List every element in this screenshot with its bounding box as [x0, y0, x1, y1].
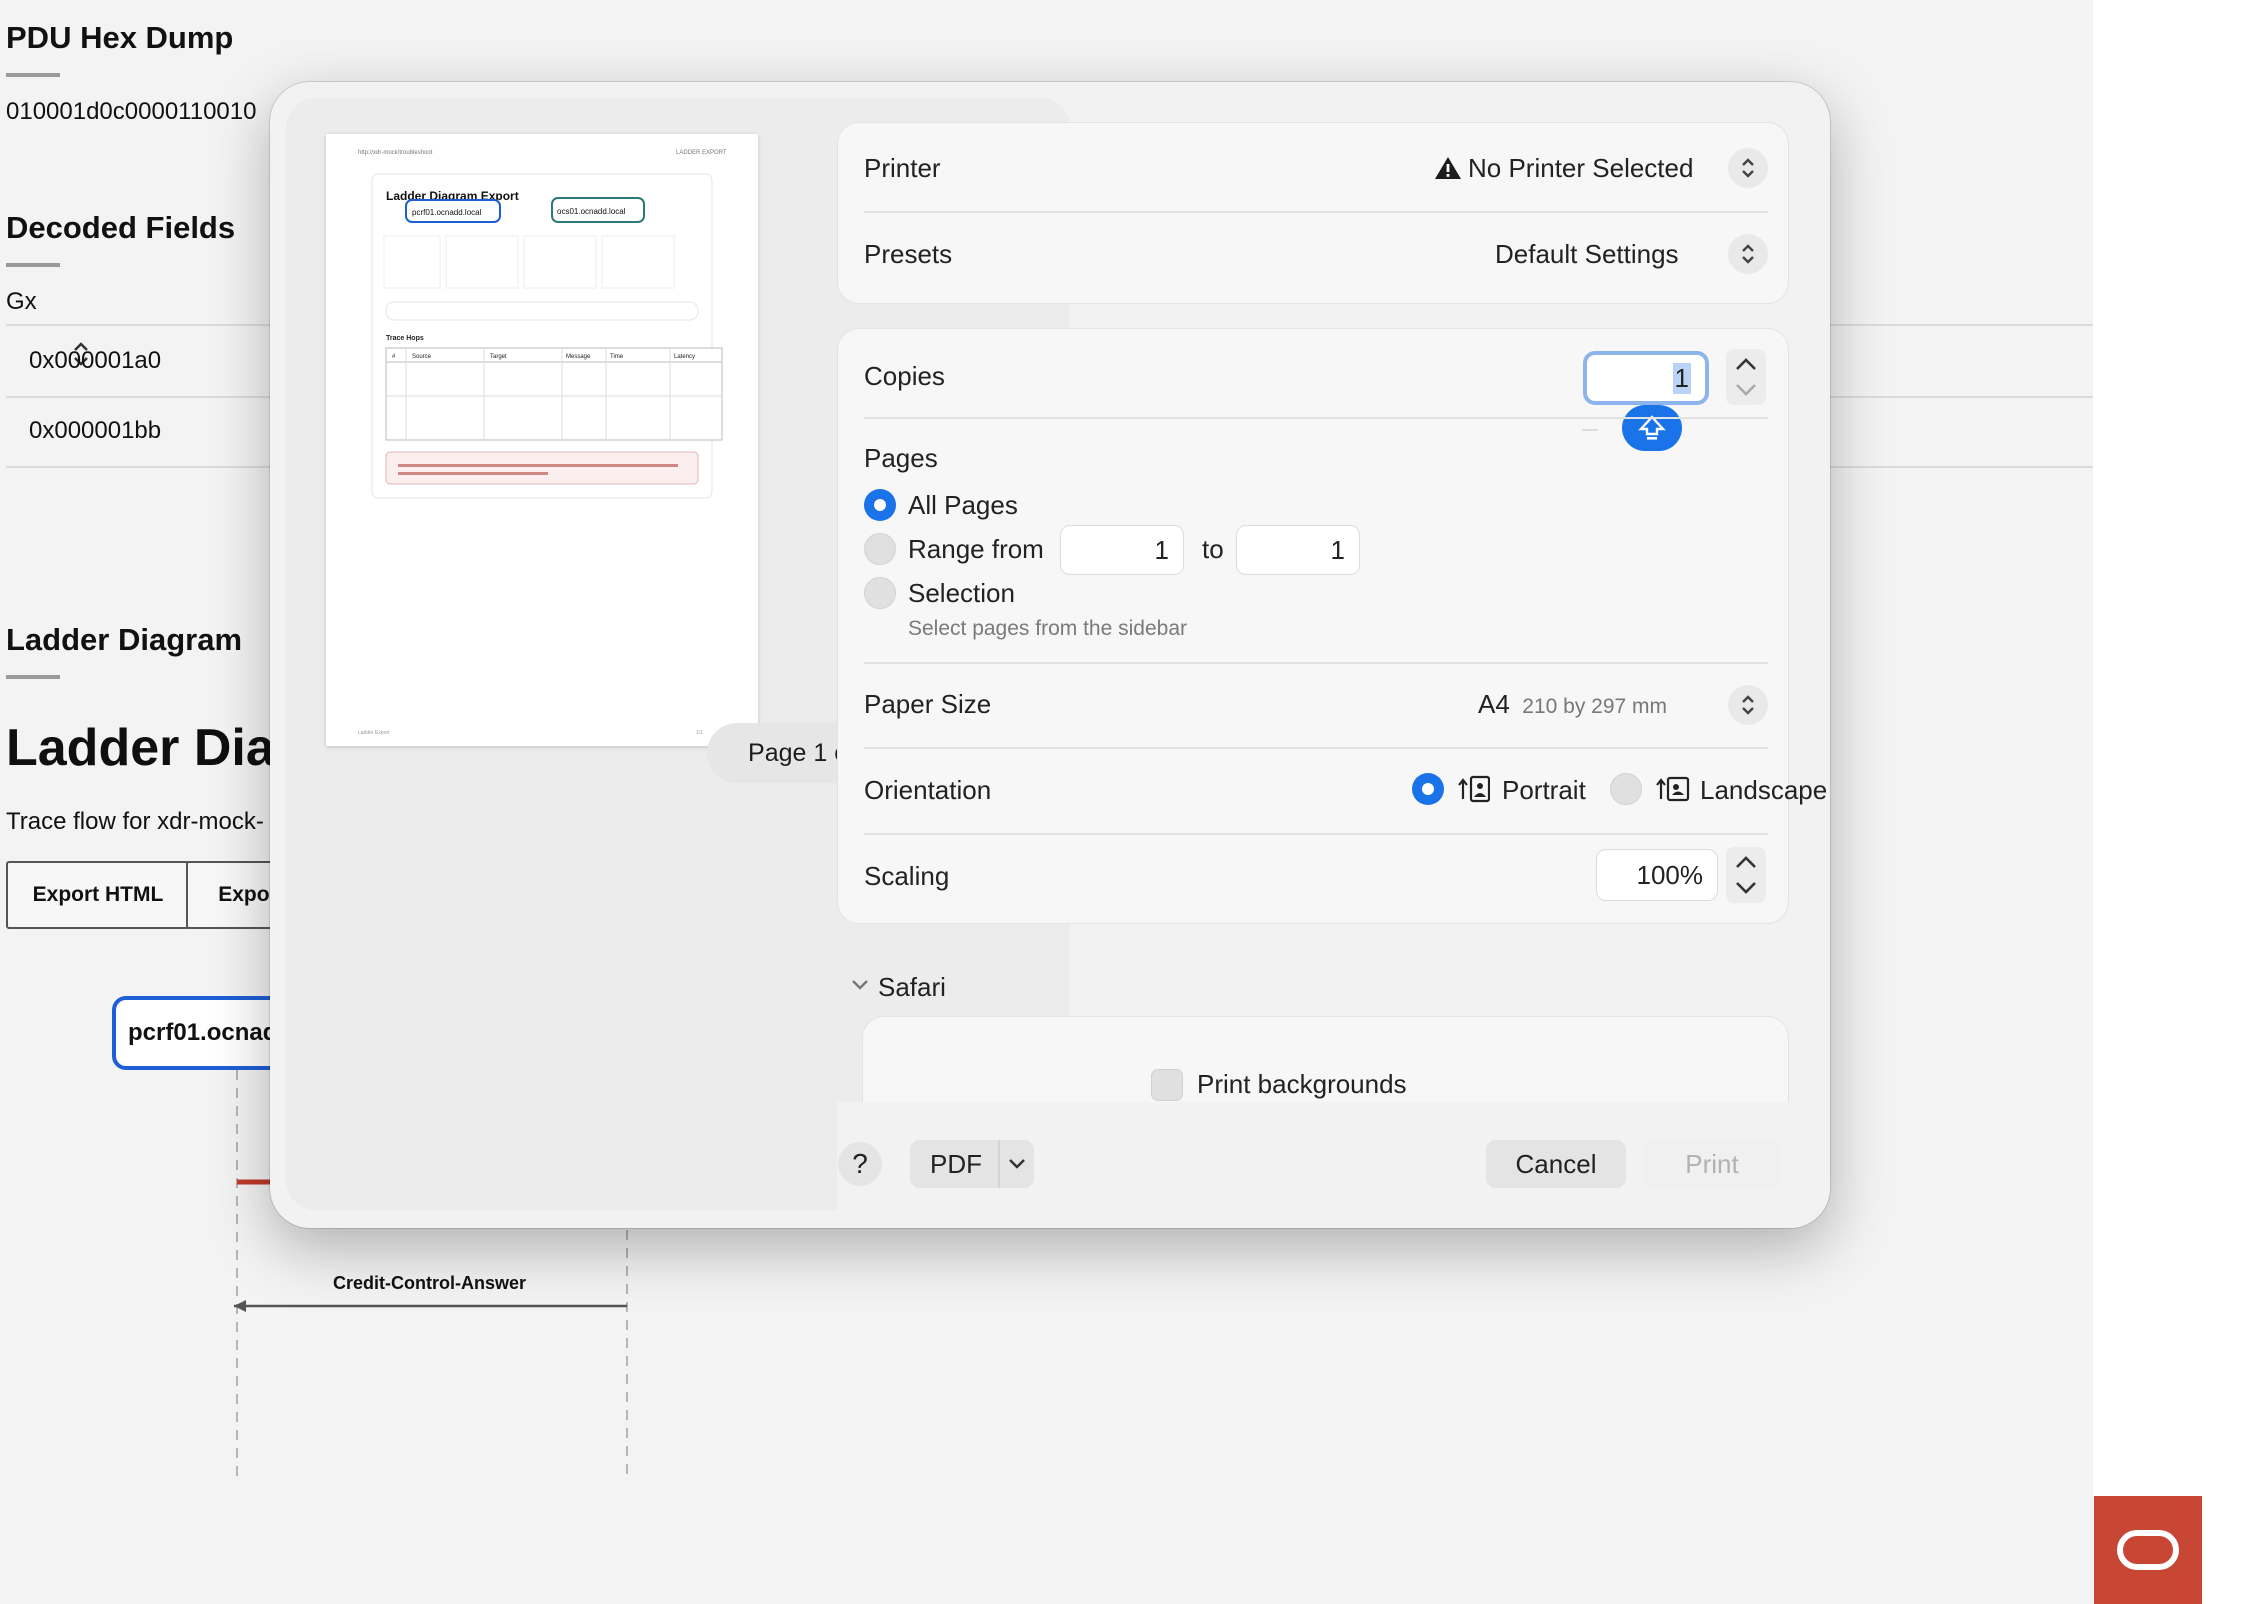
- presets-label: Presets: [864, 239, 953, 269]
- separator: [864, 417, 1768, 419]
- pdu-hex-heading: PDU Hex Dump: [6, 20, 234, 55]
- cancel-button[interactable]: Cancel: [1486, 1140, 1626, 1188]
- thumb-node-b: ocs01.ocnadd.local: [557, 207, 626, 216]
- oracle-logo-icon: [2117, 1530, 2179, 1570]
- pages-label: Pages: [864, 443, 938, 473]
- chevron-down-icon: [1009, 1159, 1025, 1169]
- separator: [864, 662, 1768, 664]
- printer-label: Printer: [864, 153, 941, 183]
- presets-chevrons-icon[interactable]: [1728, 234, 1768, 274]
- range-end-input[interactable]: 1: [1236, 525, 1360, 575]
- scaling-input[interactable]: 100%: [1596, 849, 1718, 901]
- svg-text:Message: Message: [566, 354, 591, 360]
- selection-label: Selection: [908, 578, 1015, 608]
- range-radio[interactable]: [864, 533, 896, 565]
- decoded-field-select[interactable]: Gx: [6, 288, 37, 316]
- selection-radio[interactable]: [864, 577, 896, 609]
- presets-select[interactable]: Default Settings: [1495, 239, 1679, 270]
- range-from-label: Range from: [908, 534, 1044, 564]
- range-start-input[interactable]: 1: [1060, 525, 1184, 575]
- options-group: Copies 1 Pages All Pages Range from 1 to…: [837, 328, 1827, 924]
- scaling-stepper[interactable]: [1726, 847, 1766, 903]
- svg-text:Target: Target: [490, 354, 507, 360]
- copies-input[interactable]: 1: [1583, 351, 1709, 405]
- arrow-label: Credit-Control-Answer: [333, 1273, 526, 1293]
- copies-label: Copies: [864, 361, 945, 391]
- safari-section-label[interactable]: Safari: [878, 972, 946, 1003]
- pdf-menu-button[interactable]: PDF: [910, 1140, 1034, 1188]
- decoded-fields-heading: Decoded Fields: [6, 210, 236, 245]
- svg-text:Source: Source: [412, 354, 432, 360]
- copies-stepper[interactable]: [1726, 349, 1766, 405]
- portrait-icon: [1458, 775, 1490, 803]
- portrait-label: Portrait: [1502, 775, 1586, 805]
- scaling-label: Scaling: [864, 861, 950, 891]
- row-value: 0x000001bb: [29, 417, 162, 444]
- right-strip: [2093, 0, 2260, 1604]
- orientation-label: Orientation: [864, 775, 992, 805]
- printer-group: Printer No Printer Selected Presets Defa…: [837, 122, 1789, 304]
- warning-icon: [1435, 157, 1461, 179]
- export-html-button[interactable]: Export HTML: [6, 861, 190, 929]
- svg-text:Time: Time: [610, 354, 624, 360]
- safari-disclosure-icon[interactable]: [850, 978, 870, 992]
- all-pages-radio[interactable]: [864, 489, 896, 521]
- page-thumbnail[interactable]: http://xdr-mock/troubleshoot LADDER EXPO…: [326, 134, 758, 746]
- range-to-label: to: [1202, 534, 1224, 564]
- svg-text:1/1: 1/1: [696, 730, 703, 736]
- svg-text:Latency: Latency: [674, 354, 695, 360]
- print-button[interactable]: Print: [1642, 1140, 1782, 1188]
- pdf-label: PDF: [930, 1148, 982, 1179]
- print-dialog: http://xdr-mock/troubleshoot LADDER EXPO…: [270, 82, 1830, 1228]
- row-value: 0x000001a0: [29, 347, 162, 374]
- ladder-big-title: Ladder Diag: [6, 719, 307, 777]
- separator: [864, 211, 1768, 213]
- all-pages-label: All Pages: [908, 490, 1018, 520]
- thumb-section: Trace Hops: [386, 335, 424, 342]
- selection-hint: Select pages from the sidebar: [908, 617, 1187, 640]
- help-button[interactable]: ?: [838, 1142, 882, 1186]
- heading-underline: [6, 675, 60, 679]
- landscape-label: Landscape: [1700, 775, 1828, 805]
- svg-text:LADDER EXPORT: LADDER EXPORT: [676, 150, 727, 156]
- heading-underline: [6, 263, 60, 267]
- paper-size-label: Paper Size: [864, 689, 992, 719]
- printer-chevrons-icon[interactable]: [1728, 148, 1768, 188]
- landscape-icon: [1656, 776, 1690, 802]
- print-backgrounds-label: Print backgrounds: [1197, 1069, 1407, 1099]
- svg-text:Ladder Export: Ladder Export: [358, 730, 390, 736]
- ladder-heading: Ladder Diagram: [6, 622, 243, 657]
- thumb-node-a: pcrf01.ocnadd.local: [412, 208, 482, 217]
- printer-select[interactable]: No Printer Selected: [1468, 153, 1693, 184]
- svg-text:http://xdr-mock/troubleshoot: http://xdr-mock/troubleshoot: [358, 150, 433, 156]
- landscape-radio[interactable]: [1610, 773, 1642, 805]
- pdu-hex-value: 010001d0c0000110010: [6, 98, 257, 125]
- caps-lock-icon: [1622, 405, 1682, 451]
- separator: [864, 833, 1768, 835]
- heading-underline: [6, 73, 60, 77]
- paper-size-chevrons-icon[interactable]: [1728, 685, 1768, 725]
- portrait-radio[interactable]: [1412, 773, 1444, 805]
- separator: [998, 1140, 1000, 1188]
- paper-size-value: A4: [1478, 689, 1510, 719]
- print-backgrounds-checkbox[interactable]: [1151, 1069, 1183, 1101]
- separator: [864, 747, 1768, 749]
- paper-size-select[interactable]: A4 210 by 297 mm: [1478, 689, 1667, 720]
- paper-size-detail: 210 by 297 mm: [1522, 695, 1668, 718]
- copies-value: 1: [1672, 362, 1691, 394]
- oracle-logo[interactable]: [2094, 1496, 2202, 1604]
- trace-flow-text: Trace flow for xdr-mock-: [6, 808, 264, 835]
